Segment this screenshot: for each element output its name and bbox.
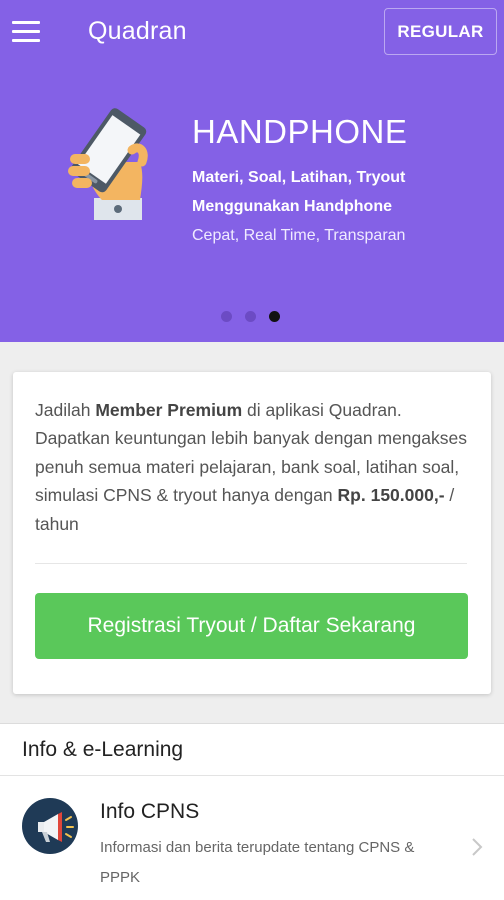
divider [35,563,467,564]
premium-price: Rp. 150.000,- [337,485,445,506]
premium-highlight: Member Premium [95,400,243,420]
slider-dot[interactable] [221,311,232,322]
app-title: Quadran [88,17,187,45]
regular-button[interactable]: REGULAR [384,8,497,55]
list-item-info-cpns[interactable]: Info CPNS Informasi dan berita terupdate… [0,776,504,900]
premium-text: Jadilah [35,400,96,420]
hamburger-menu-icon[interactable] [10,18,42,46]
slider-dot-active[interactable] [269,311,280,322]
premium-description: Jadilah Member Premium di aplikasi Quadr… [35,396,475,538]
section-header: Info & e-Learning [0,723,504,776]
section-title: Info & e-Learning [22,738,184,761]
chevron-right-icon[interactable] [470,836,484,858]
register-button[interactable]: Registrasi Tryout / Daftar Sekarang [35,593,468,659]
slide-title: HANDPHONE [192,113,408,150]
slide-subtitle: Materi, Soal, Latihan, Tryout [192,169,406,186]
hand-holding-phone-icon [68,108,148,220]
list-item-description: Informasi dan berita terupdate tentang C… [100,839,415,886]
slide-subtitle-2: Menggunakan Handphone [192,198,392,215]
slider-pagination [221,311,280,323]
hero-banner: Quadran REGULAR HANDPHONE Materi, Soal, … [0,0,504,342]
list-item-title: Info CPNS [100,800,200,823]
megaphone-icon [22,798,78,854]
premium-card: Jadilah Member Premium di aplikasi Quadr… [13,372,491,694]
slide-tagline: Cepat, Real Time, Transparan [192,227,406,244]
slider-dot[interactable] [245,311,256,322]
